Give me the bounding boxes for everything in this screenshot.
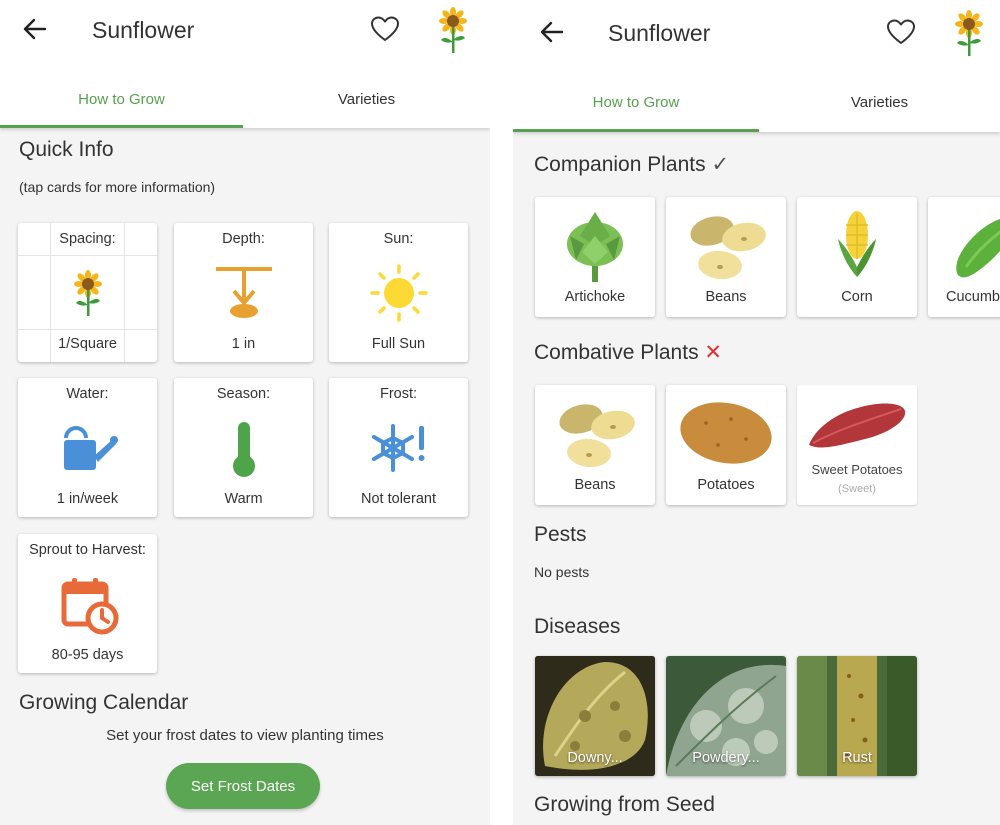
card-value: Not tolerant <box>361 491 436 507</box>
artichoke-icon <box>567 212 623 282</box>
card-value: 1 in/week <box>56 491 119 507</box>
sweet-potato-icon <box>809 403 906 448</box>
card-label: Depth: <box>222 231 265 247</box>
water-card[interactable]: Water: 1 in/week <box>18 378 157 517</box>
section-heading-companion-plants: Companion Plants ✓ <box>534 152 729 177</box>
companion-plant-card[interactable]: Corn <box>797 197 917 317</box>
season-card[interactable]: Season: Warm <box>174 378 313 517</box>
sunflower-icon <box>73 270 102 316</box>
page-title: Sunflower <box>608 20 711 46</box>
tab-indicator <box>513 129 759 132</box>
potato-icon <box>680 402 772 464</box>
left-screen: Sunflower How to Grow Varieties Quick In… <box>0 0 490 825</box>
companion-heading-text: Companion Plants <box>534 153 706 176</box>
frost-card[interactable]: Frost: Not tolerant <box>329 378 468 517</box>
combative-plant-card[interactable]: Beans <box>535 385 655 505</box>
sunflower-icon <box>955 10 983 56</box>
combative-heading-text: Combative Plants <box>534 341 699 364</box>
section-heading-diseases: Diseases <box>534 615 621 638</box>
section-heading-pests: Pests <box>534 523 587 546</box>
thermometer-icon <box>232 422 255 477</box>
section-heading-growing-calendar: Growing Calendar <box>19 691 189 714</box>
card-label: Sun: <box>383 231 414 247</box>
beans-icon <box>687 211 768 281</box>
companion-plant-card[interactable]: Cucumb <box>928 197 1000 317</box>
card-label: Frost: <box>379 386 418 402</box>
tab-bar: How to Grow Varieties <box>0 70 490 128</box>
companion-plant-card[interactable]: Artichoke <box>535 197 655 317</box>
watering-can-icon <box>63 426 118 470</box>
depth-card[interactable]: Depth: 1 in <box>174 223 313 362</box>
corn-icon <box>838 211 876 277</box>
companion-plant-card[interactable]: Beans <box>666 197 786 317</box>
sunflower-icon <box>439 7 467 53</box>
disease-card[interactable]: Powdery... <box>666 656 786 776</box>
quick-info-hint: (tap cards for more information) <box>19 179 216 195</box>
card-value: Warm <box>224 491 263 507</box>
right-screen: Sunflower How to Grow Varieties Companio… <box>513 0 1000 825</box>
plant-label: Beans <box>574 477 616 493</box>
disease-label: Powdery... <box>692 750 760 766</box>
disease-card[interactable]: Rust <box>797 656 917 776</box>
plant-sublabel: (Sweet) <box>838 483 876 495</box>
card-label: Sprout to Harvest: <box>29 542 146 558</box>
plant-label: Corn <box>841 289 873 305</box>
card-label: Season: <box>216 386 271 402</box>
combative-plant-card[interactable]: Potatoes <box>666 385 786 505</box>
pests-text: No pests <box>534 564 590 580</box>
plant-label: Artichoke <box>564 289 626 305</box>
card-label: Water: <box>66 386 109 402</box>
sun-card[interactable]: Sun: Full Sun <box>329 223 468 362</box>
disease-label: Downy... <box>567 750 623 766</box>
card-value: 80-95 days <box>51 647 124 663</box>
sun-icon <box>369 264 428 322</box>
cucumber-icon <box>956 219 1000 278</box>
depth-icon <box>215 267 272 318</box>
page-title: Sunflower <box>92 17 195 43</box>
combative-plant-card[interactable]: Sweet Potatoes (Sweet) <box>797 385 917 505</box>
app-bar: Sunflower <box>0 0 490 70</box>
checkmark-icon: ✓ <box>711 153 730 176</box>
disease-label: Rust <box>842 750 872 766</box>
beans-icon <box>556 399 637 469</box>
back-arrow-icon[interactable] <box>537 17 567 47</box>
tab-varieties[interactable]: Varieties <box>759 72 1000 132</box>
calendar-clock-icon <box>61 578 118 635</box>
spacing-card[interactable]: Spacing: 1/Square <box>18 223 157 362</box>
section-heading-growing-from-seed: Growing from Seed <box>534 793 715 816</box>
section-heading-combative-plants: Combative Plants ✕ <box>534 340 722 365</box>
plant-label: Cucumb <box>946 289 1000 305</box>
sprout-to-harvest-card[interactable]: Sprout to Harvest: 80-95 days <box>18 534 157 673</box>
tab-how-to-grow[interactable]: How to Grow <box>513 72 759 132</box>
frost-icon <box>371 424 424 472</box>
set-frost-dates-button[interactable]: Set Frost Dates <box>166 763 320 809</box>
card-value: Full Sun <box>371 336 426 352</box>
app-bar: Sunflower <box>513 0 1000 72</box>
disease-card[interactable]: Downy... <box>535 656 655 776</box>
card-value: 1 in <box>231 336 256 352</box>
plant-label: Sweet Potatoes <box>811 462 903 477</box>
calendar-message: Set your frost dates to view planting ti… <box>106 727 384 744</box>
tab-bar: How to Grow Varieties <box>513 72 1000 132</box>
tab-how-to-grow[interactable]: How to Grow <box>0 70 243 128</box>
back-arrow-icon[interactable] <box>20 14 50 44</box>
favorite-heart-icon[interactable] <box>370 15 400 43</box>
plant-label: Beans <box>705 289 747 305</box>
section-heading-quick-info: Quick Info <box>19 138 114 161</box>
cross-icon: ✕ <box>704 341 723 364</box>
tab-indicator <box>0 125 243 128</box>
card-value: 1/Square <box>58 336 117 352</box>
plant-label: Potatoes <box>697 477 755 493</box>
favorite-heart-icon[interactable] <box>886 18 916 46</box>
card-label: Spacing: <box>59 231 116 247</box>
tab-varieties[interactable]: Varieties <box>243 70 490 128</box>
